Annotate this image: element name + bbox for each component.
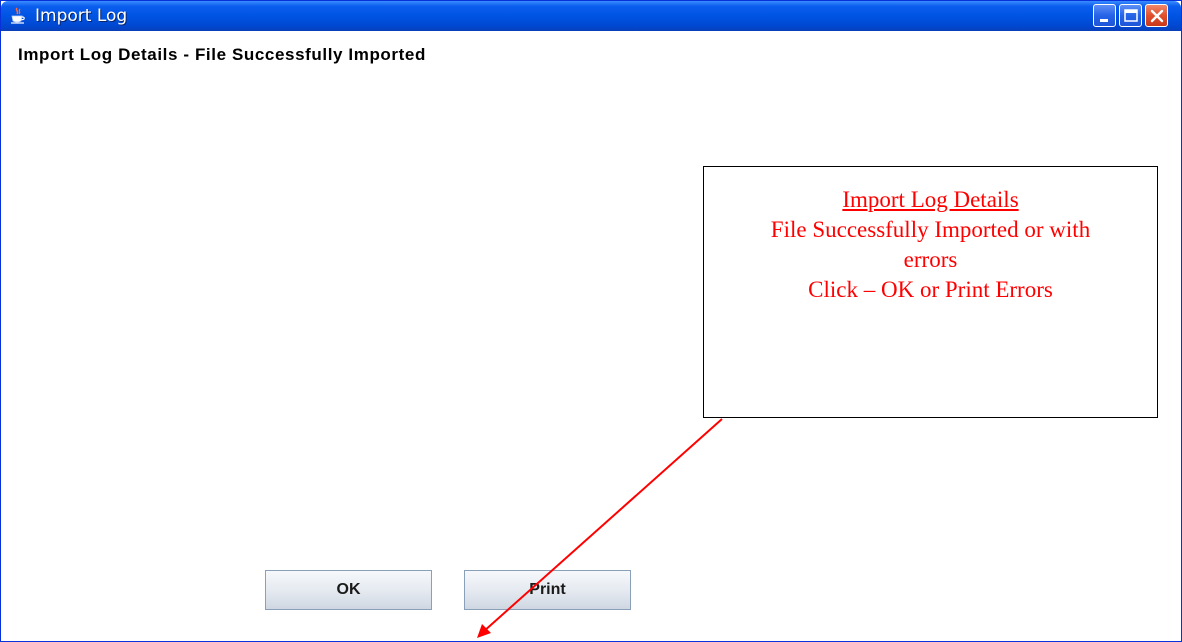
callout-title: Import Log Details xyxy=(842,187,1019,212)
maximize-icon xyxy=(1124,9,1138,22)
close-icon xyxy=(1150,9,1164,23)
print-button[interactable]: Print xyxy=(464,570,631,610)
close-button[interactable] xyxy=(1145,4,1168,27)
minimize-icon xyxy=(1100,19,1108,22)
annotation-callout: Import Log Details File Successfully Imp… xyxy=(703,166,1158,418)
callout-instruction: Click – OK or Print Errors xyxy=(808,277,1053,302)
window-title: Import Log xyxy=(35,6,128,26)
title-bar[interactable]: Import Log xyxy=(1,1,1181,31)
callout-line: File Successfully Imported or with error… xyxy=(770,217,1091,272)
ok-button[interactable]: OK xyxy=(265,570,432,610)
page-title: Import Log Details - File Successfully I… xyxy=(18,45,426,64)
maximize-button[interactable] xyxy=(1119,4,1142,27)
minimize-button[interactable] xyxy=(1093,4,1116,27)
java-cup-icon xyxy=(11,7,25,24)
